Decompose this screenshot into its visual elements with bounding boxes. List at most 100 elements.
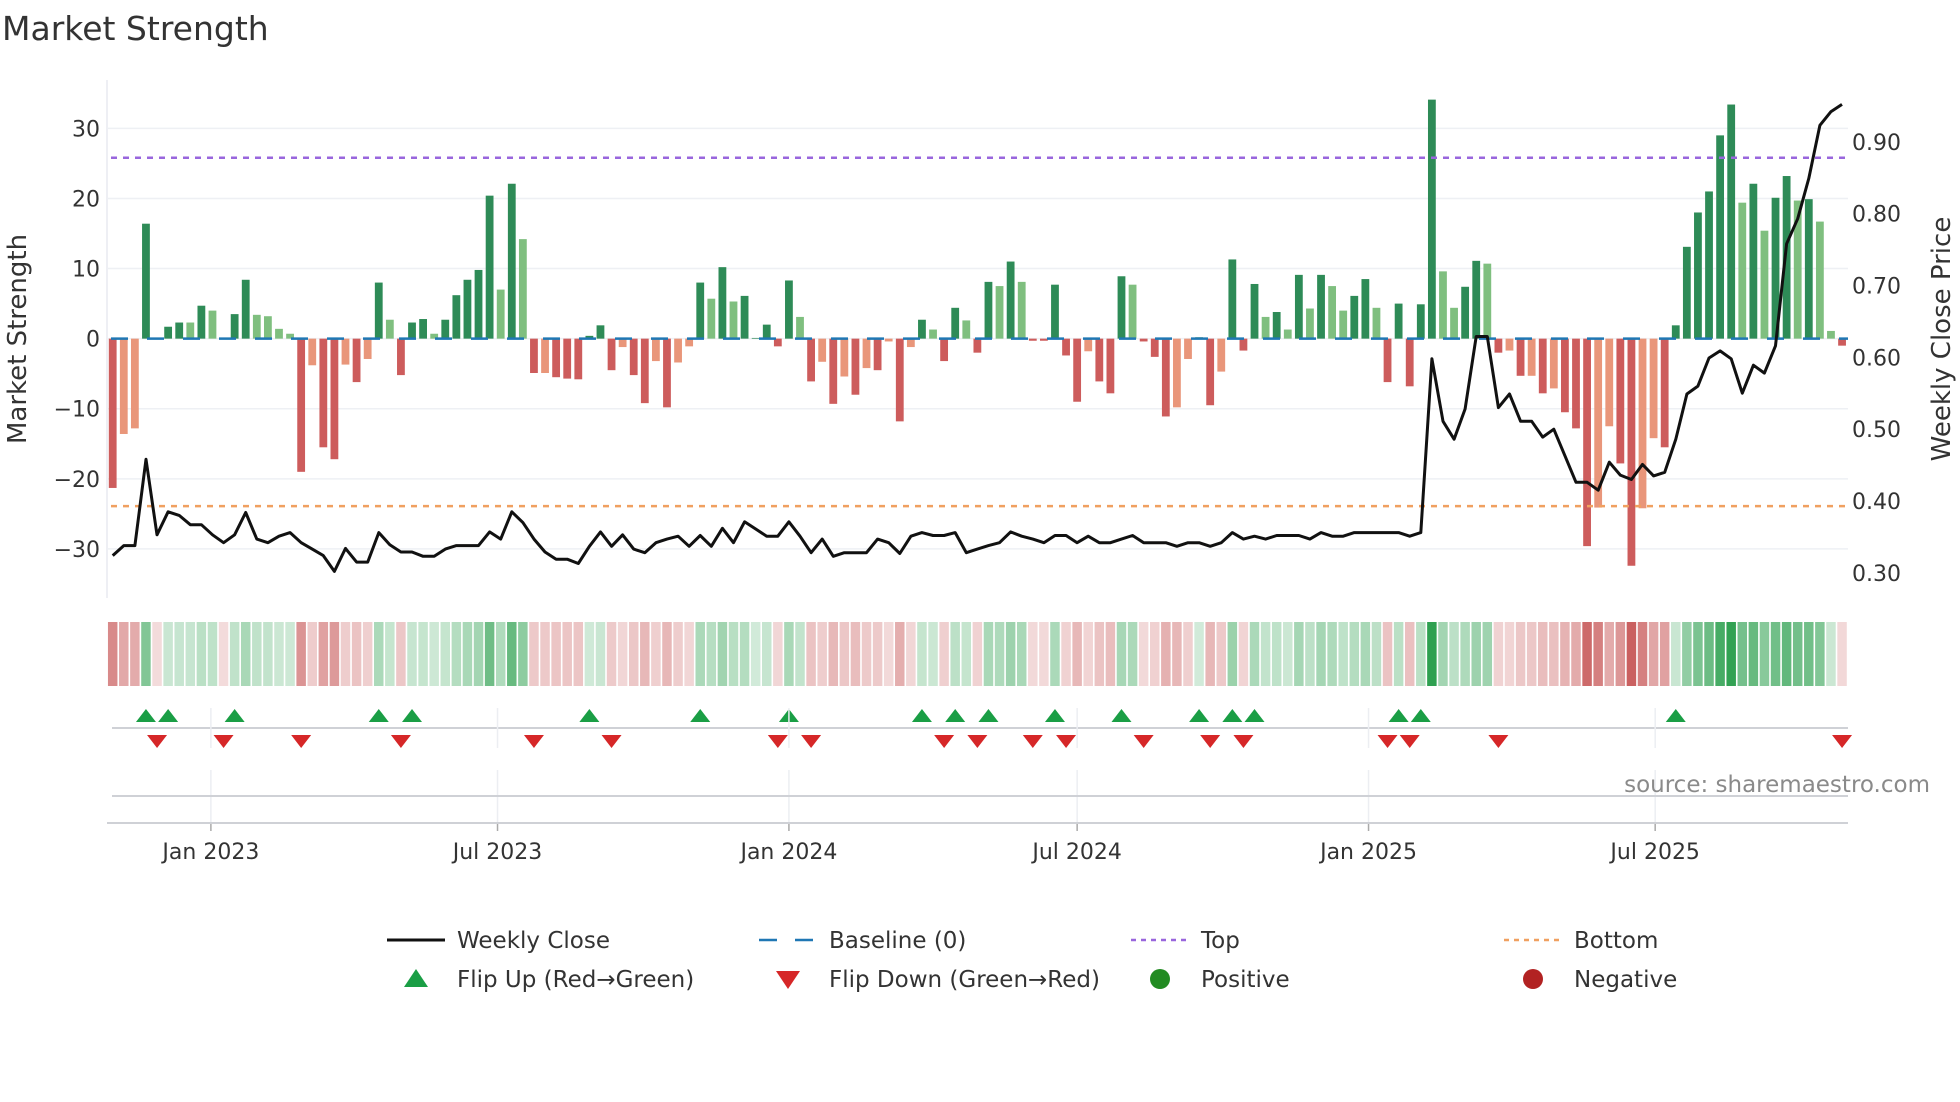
strength-bar [1516, 338, 1525, 376]
strength-bar [1483, 263, 1492, 339]
heatmap-cell [1615, 622, 1626, 686]
legend-label: Negative [1574, 967, 1677, 993]
heatmap-cell [961, 622, 972, 686]
strength-bar [618, 338, 627, 348]
strength-bar [1738, 202, 1747, 339]
strength-bar [1217, 338, 1226, 372]
heatmap-cell [1637, 622, 1648, 686]
flip-down-marker [601, 735, 622, 748]
heatmap-cell [1826, 622, 1836, 686]
strength-bar [164, 326, 173, 339]
strength-bar [308, 338, 317, 366]
strength-bar [1084, 338, 1093, 352]
strength-bar [762, 324, 771, 339]
heatmap-cell [917, 622, 927, 686]
strength-bar [1062, 338, 1070, 356]
heatmap-cell [495, 622, 506, 686]
heatmap-cell [1737, 622, 1748, 686]
flip-up-marker [1388, 709, 1409, 722]
heatmap-cell [1360, 622, 1371, 686]
flip-down-marker [1233, 735, 1254, 748]
legend-item: Baseline (0) [759, 928, 966, 954]
heatmap-cell [385, 622, 395, 686]
y-tick-label: 0 [86, 328, 100, 353]
heatmap-cell [817, 622, 827, 686]
heatmap-cell [1283, 622, 1293, 686]
strength-bar [651, 338, 660, 362]
flip-up-marker [1410, 709, 1431, 722]
strength-bar [485, 195, 494, 339]
heatmap-cell [1416, 622, 1426, 686]
strength-bar [1161, 338, 1170, 417]
heatmap-cell [1393, 622, 1404, 686]
strength-bar [1494, 338, 1503, 353]
flip-up-marker [1044, 709, 1065, 722]
heatmap-cell [1127, 622, 1138, 686]
strength-bar [629, 338, 638, 376]
heatmap-cell [218, 622, 229, 686]
heatmap-cell [119, 622, 129, 686]
strength-bar [1173, 338, 1181, 408]
heatmap-cell [1338, 622, 1348, 686]
strength-bars [108, 99, 1846, 566]
heatmap-cell [684, 622, 694, 686]
heatmap-cell [1116, 622, 1127, 686]
heatmap-cell [473, 622, 484, 686]
strength-bar [951, 307, 960, 339]
right-axis-title: Weekly Close Price [1927, 217, 1957, 462]
strength-bar [463, 279, 472, 339]
heatmap-cell [573, 622, 584, 686]
strength-bar [1006, 261, 1015, 339]
legend-item: Flip Up (Red→Green) [404, 967, 694, 993]
strength-bar [1350, 295, 1359, 339]
heatmap-cell [1105, 622, 1116, 686]
strength-bar [385, 319, 394, 339]
strength-bar [1184, 338, 1192, 359]
strength-bar [1239, 338, 1248, 351]
strength-bar [1372, 307, 1381, 339]
x-tick-label: Jul 2025 [1608, 840, 1700, 865]
heatmap-cell [1016, 622, 1027, 686]
heatmap-cell [906, 622, 916, 686]
heatmap-cell [196, 622, 207, 686]
heatmap-cell [939, 622, 949, 686]
strength-bar [119, 338, 128, 434]
y-tick-label: 20 [72, 187, 100, 212]
strength-bar [496, 289, 505, 339]
strength-bar [1405, 338, 1414, 387]
strength-bar [1328, 286, 1337, 339]
flip-up-marker [1222, 709, 1243, 722]
strength-bar [275, 328, 283, 339]
heatmap-cell [163, 622, 173, 686]
y2-tick-label: 0.70 [1852, 274, 1901, 299]
heatmap-cell [1837, 622, 1847, 686]
heatmap-cell [141, 622, 151, 686]
heatmap-cell [1593, 622, 1603, 686]
heatmap-cell [1482, 622, 1493, 686]
heatmap-cell [274, 622, 284, 686]
strength-bar [640, 338, 649, 404]
strength-bar [330, 338, 339, 460]
strength-bar [607, 338, 616, 371]
heatmap-cell [606, 622, 617, 686]
heatmap-cell [773, 622, 783, 686]
heatmap-cell [130, 622, 140, 686]
strength-bar [507, 183, 516, 339]
heatmap-cell [1150, 622, 1160, 686]
heatmap-cell [861, 622, 872, 686]
heatmap-cell [484, 622, 495, 686]
heatmap-cell [1039, 622, 1049, 686]
strength-bar [1394, 303, 1403, 339]
heatmap-cell [762, 622, 772, 686]
y-tick-label: −10 [54, 398, 100, 423]
strength-bar [1261, 316, 1270, 339]
strength-bar [1306, 308, 1314, 339]
flip-down-marker [147, 735, 168, 748]
x-tick-label: Jan 2024 [738, 840, 837, 865]
heatmap-cell [1626, 622, 1637, 686]
flip-down-marker [213, 735, 234, 748]
strength-bar [452, 295, 461, 339]
strength-bar [1028, 338, 1037, 341]
circle-negative-icon [1523, 969, 1543, 989]
heatmap-cell [1194, 622, 1204, 686]
